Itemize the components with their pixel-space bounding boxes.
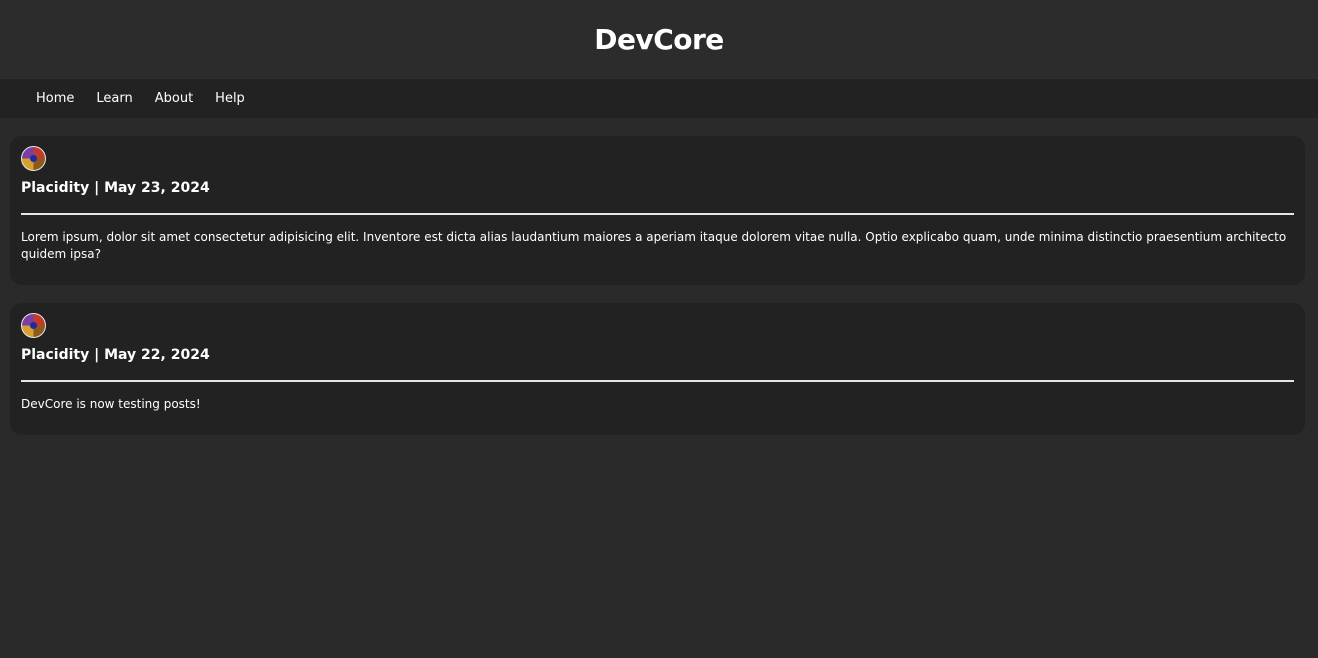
post-card: Placidity | May 23, 2024 Lorem ipsum, do… bbox=[10, 136, 1305, 285]
site-title: DevCore bbox=[594, 23, 724, 56]
post-divider bbox=[21, 380, 1294, 382]
nav-link-help[interactable]: Help bbox=[204, 79, 256, 118]
user-avatar-icon bbox=[21, 313, 46, 338]
nav-link-learn[interactable]: Learn bbox=[85, 79, 143, 118]
navbar: Home Learn About Help bbox=[0, 79, 1318, 118]
user-avatar-icon bbox=[21, 146, 46, 171]
post-meta: Placidity | May 23, 2024 bbox=[21, 180, 210, 196]
post-body: Lorem ipsum, dolor sit amet consectetur … bbox=[21, 230, 1287, 261]
post-card: Placidity | May 22, 2024 DevCore is now … bbox=[10, 303, 1305, 435]
posts-feed: Placidity | May 23, 2024 Lorem ipsum, do… bbox=[0, 118, 1318, 435]
post-divider bbox=[21, 213, 1294, 215]
post-body: DevCore is now testing posts! bbox=[21, 397, 201, 411]
post-meta: Placidity | May 22, 2024 bbox=[21, 347, 210, 363]
site-header: DevCore bbox=[0, 0, 1318, 79]
nav-link-home[interactable]: Home bbox=[25, 79, 85, 118]
nav-link-about[interactable]: About bbox=[144, 79, 204, 118]
